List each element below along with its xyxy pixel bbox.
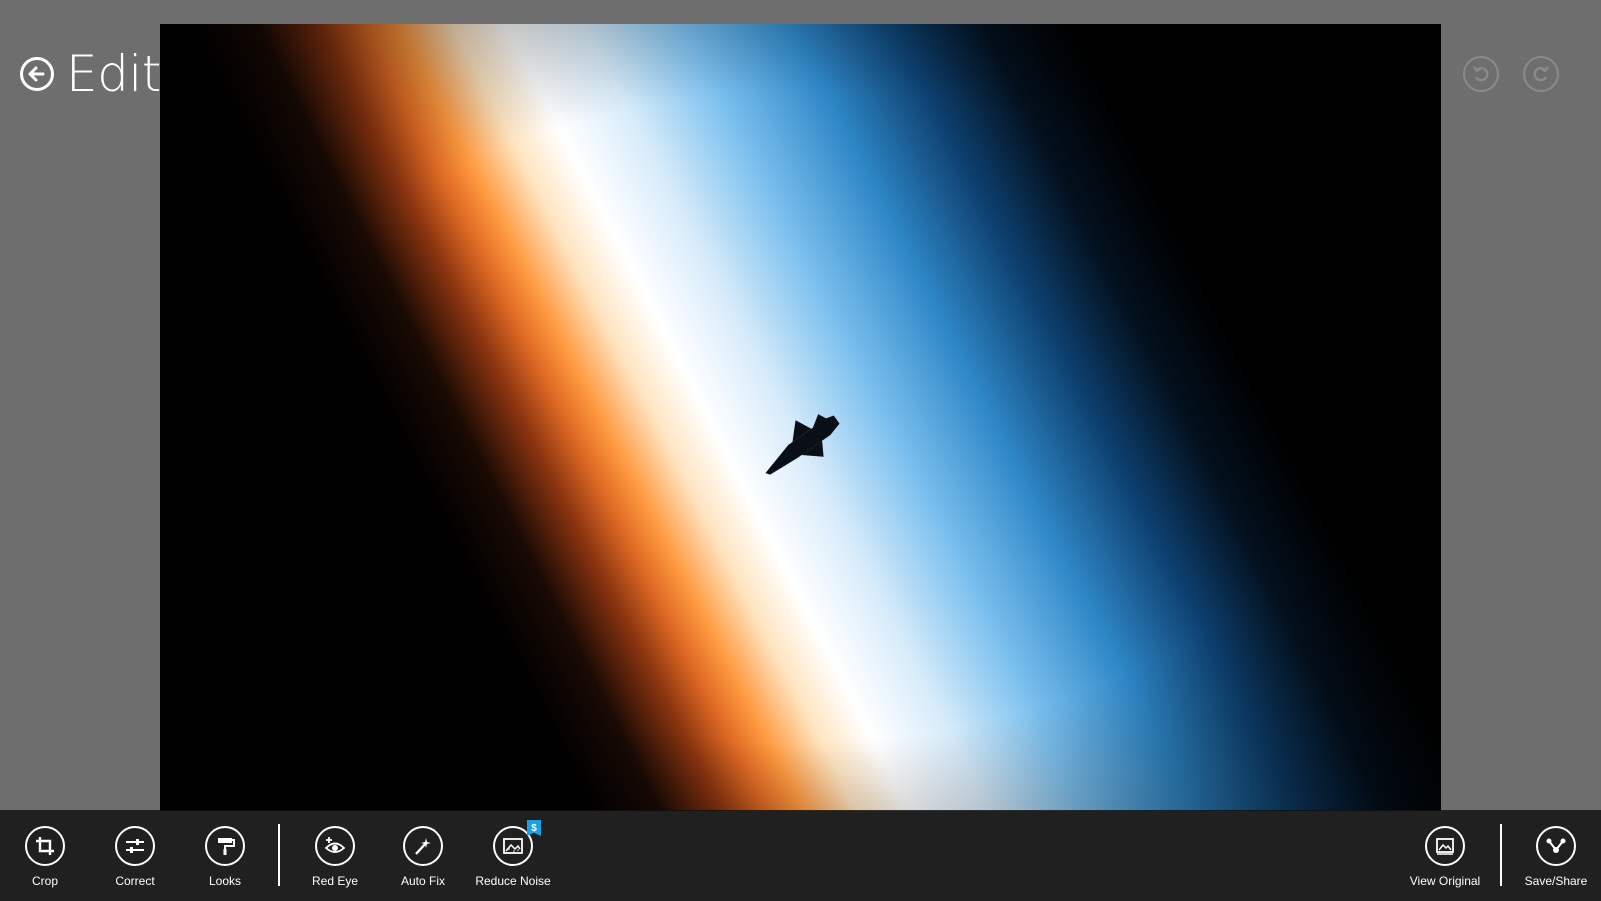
save-share-button-circle bbox=[1536, 826, 1576, 866]
page-title: Edit bbox=[66, 45, 161, 103]
undo-redo-group bbox=[1463, 56, 1559, 92]
photo-canvas[interactable] bbox=[160, 24, 1441, 811]
reduce-noise-button-circle: $ bbox=[493, 820, 541, 866]
view-original-button[interactable]: View Original bbox=[1400, 826, 1490, 888]
looks-button[interactable]: Looks bbox=[180, 826, 270, 888]
crop-label: Crop bbox=[31, 874, 58, 888]
redo-button[interactable] bbox=[1523, 56, 1559, 92]
auto-fix-label: Auto Fix bbox=[400, 874, 445, 888]
magic-wand-icon bbox=[415, 838, 431, 855]
horizon-photo bbox=[160, 24, 1441, 811]
photo-editor-app: Edit Crop Correct Looks Red Eye Auto Fix… bbox=[0, 0, 1601, 901]
reduce-noise-button[interactable]: $ Reduce Noise bbox=[468, 820, 558, 888]
correct-button-circle bbox=[115, 826, 155, 866]
red-eye-button[interactable]: Red Eye bbox=[290, 826, 380, 888]
noise-image-icon bbox=[503, 838, 523, 854]
undo-icon bbox=[1473, 66, 1489, 82]
undo-button[interactable] bbox=[1463, 56, 1499, 92]
eye-icon bbox=[324, 837, 346, 853]
sliders-icon bbox=[126, 839, 144, 853]
crop-icon bbox=[36, 837, 54, 855]
paint-roller-icon bbox=[218, 838, 235, 855]
looks-button-circle bbox=[205, 826, 245, 866]
crop-button[interactable]: Crop bbox=[0, 826, 90, 888]
premium-badge: $ bbox=[527, 820, 541, 836]
arrow-left-icon bbox=[28, 66, 45, 82]
looks-label: Looks bbox=[208, 874, 242, 888]
correct-label: Correct bbox=[115, 874, 155, 888]
save-share-label: Save/Share bbox=[1524, 874, 1588, 888]
reduce-noise-label: Reduce Noise bbox=[475, 874, 551, 888]
auto-fix-button-circle bbox=[403, 826, 443, 866]
back-button[interactable] bbox=[20, 57, 54, 91]
red-eye-button-circle bbox=[315, 826, 355, 866]
red-eye-label: Red Eye bbox=[311, 874, 359, 888]
redo-icon bbox=[1533, 66, 1549, 82]
view-original-label: View Original bbox=[1409, 874, 1481, 888]
correct-button[interactable]: Correct bbox=[90, 826, 180, 888]
share-icon bbox=[1546, 838, 1566, 853]
header: Edit bbox=[20, 44, 161, 104]
image-icon bbox=[1436, 838, 1454, 855]
save-share-button[interactable]: Save/Share bbox=[1511, 826, 1601, 888]
view-original-button-circle bbox=[1425, 826, 1465, 866]
crop-button-circle bbox=[25, 826, 65, 866]
toolbar-divider-right bbox=[1500, 824, 1502, 886]
toolbar-divider bbox=[278, 824, 280, 886]
app-bar: Crop Correct Looks Red Eye Auto Fix $ Re… bbox=[0, 810, 1601, 901]
auto-fix-button[interactable]: Auto Fix bbox=[378, 826, 468, 888]
